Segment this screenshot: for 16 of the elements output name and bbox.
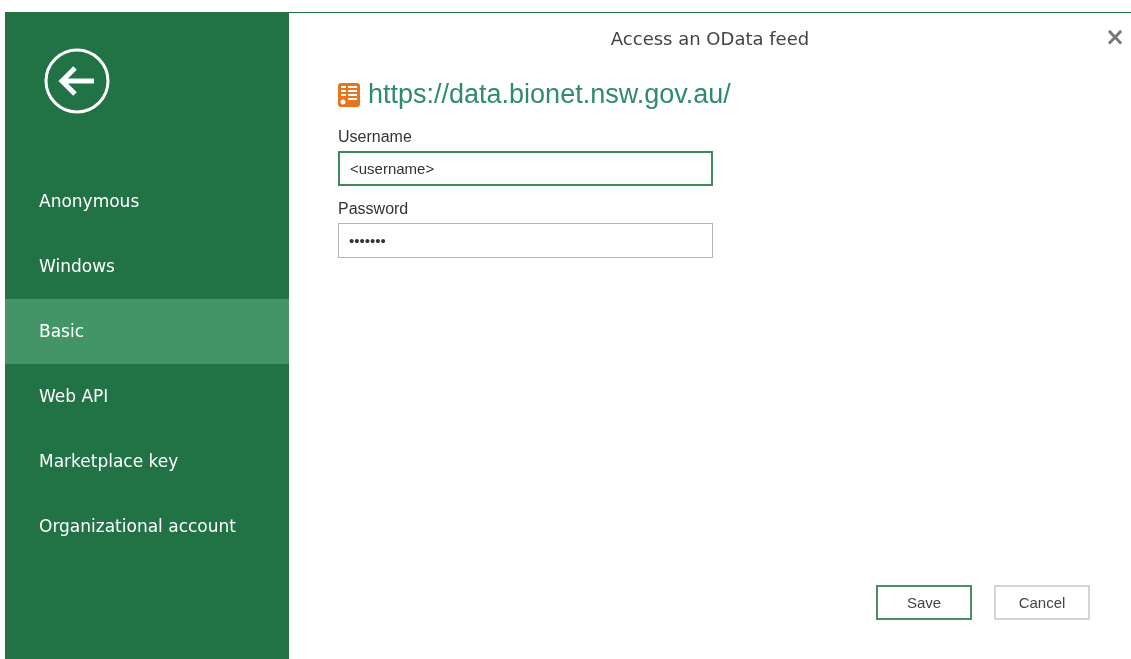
close-button[interactable]: × xyxy=(1104,23,1125,51)
field-label: Username xyxy=(338,128,413,146)
sidebar-item[interactable]: Basic xyxy=(5,299,289,364)
sidebar-item[interactable]: Organizational account xyxy=(5,494,289,559)
input-field[interactable]: ••••••• xyxy=(338,223,713,258)
sidebar-item[interactable]: Marketplace key xyxy=(5,429,289,494)
input-field[interactable]: <username> xyxy=(338,151,713,186)
feed-url: https://data.bionet.nsw.gov.au/ xyxy=(368,79,731,110)
window-title: Access an OData feed xyxy=(610,27,810,49)
sidebar-item[interactable]: Web API xyxy=(5,364,289,429)
feed-icon xyxy=(338,82,360,107)
sidebar-item[interactable]: Windows xyxy=(5,234,289,299)
field-label: Password xyxy=(338,200,410,218)
sidebar-item[interactable]: Anonymous xyxy=(5,169,289,234)
cancel-button[interactable]: Cancel xyxy=(994,585,1090,620)
save-button[interactable]: Save xyxy=(876,585,972,620)
